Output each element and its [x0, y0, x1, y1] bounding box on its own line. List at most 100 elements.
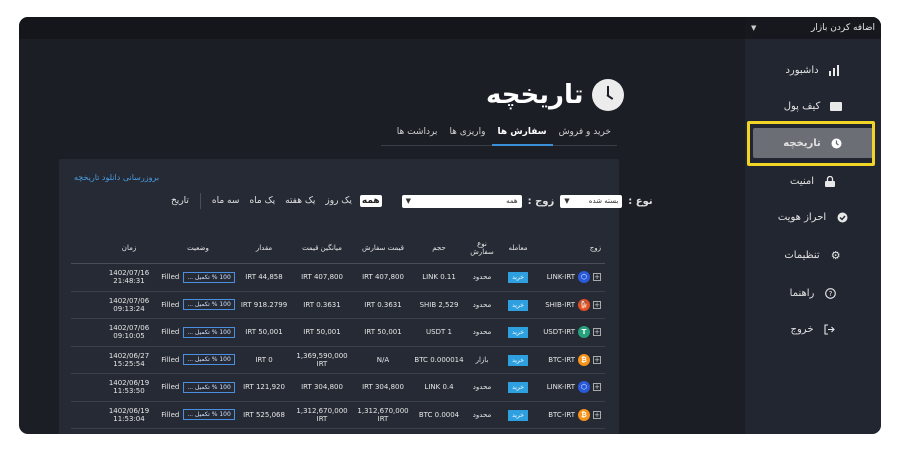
clock-time-text: 15:25:54 — [113, 359, 145, 368]
table-row[interactable]: + 🐕 SHIB-IRT خرید محدود SHIB 2,529 IRT 0… — [71, 292, 605, 319]
expand-icon[interactable]: + — [593, 383, 601, 392]
pair-cell: + T USDT-IRT — [537, 326, 605, 339]
app-window: اضافه کردن بازار ▼ داشبورد کیف پول تاریخ… — [19, 17, 881, 434]
col-time: زمان — [121, 243, 137, 252]
table-row[interactable]: + ₿ BTC-IRT خرید بازار 0.000014 BTC N/A … — [71, 347, 605, 374]
verified-badge-icon — [836, 211, 848, 223]
expand-icon[interactable]: + — [593, 273, 601, 282]
chevron-down-icon: ▼ — [405, 197, 411, 205]
date-text: 1402/07/16 — [108, 269, 150, 278]
sidebar-item-label: کیف پول — [783, 100, 821, 112]
buy-badge: خرید — [508, 272, 528, 284]
expand-icon[interactable]: + — [593, 410, 601, 419]
time-cell: 1402/06/27 15:25:54 — [99, 352, 159, 368]
pair-cell: + ₿ BTC-IRT — [537, 408, 605, 421]
table-row[interactable]: + ₿ BTC-IRT خرید محدود BTC 0.0004 1,312,… — [71, 402, 605, 429]
volume-cell: 0.000014 BTC — [414, 355, 464, 364]
logout-icon — [824, 323, 836, 335]
progress-badge: 100 % تکمیل ... — [183, 409, 235, 421]
volume-cell: LINK 0.4 — [424, 383, 454, 392]
sidebar-item-security[interactable]: امنیت — [753, 166, 873, 196]
sidebar-item-help[interactable]: ? راهنما — [753, 278, 873, 308]
clock-time-text: 11:53:04 — [113, 414, 145, 423]
buy-badge: خرید — [508, 409, 528, 421]
filter-bar: نوع : بسته شده ▼ زوج : همه ▼ همه یک روز … — [169, 193, 653, 209]
table-header: زوج معامله نوع سفارش حجم قیمت سفارش میان… — [71, 232, 605, 264]
buy-badge: خرید — [508, 354, 528, 366]
clock-icon — [591, 79, 624, 111]
chevron-down-icon: ▼ — [751, 24, 757, 32]
active-item-highlight — [747, 121, 875, 166]
status-cell: 100 % تکمیل ... Filled — [159, 299, 237, 311]
sidebar-item-label: داشبورد — [785, 64, 819, 76]
col-type: نوع سفارش — [470, 239, 494, 256]
time-cell: 1402/06/19 11:53:50 — [99, 379, 159, 395]
progress-badge: 100 % تکمیل ... — [183, 326, 235, 338]
tab-orders[interactable]: سفارش ها — [491, 120, 553, 146]
tab-deposits[interactable]: واریزی ها — [443, 120, 491, 146]
expand-icon[interactable]: + — [593, 300, 601, 309]
divider — [199, 193, 201, 209]
range-all[interactable]: همه — [359, 195, 382, 207]
status-text: Filled — [161, 410, 180, 419]
usdt-coin-icon: T — [578, 326, 590, 339]
time-cell: 1402/07/16 21:48:31 — [99, 269, 159, 285]
sidebar-item-logout[interactable]: خروج — [753, 314, 873, 344]
pair-cell: + ₿ BTC-IRT — [537, 353, 605, 366]
sidebar-item-label: راهنما — [789, 287, 815, 299]
sidebar-item-settings[interactable]: ⚙ تنظیمات — [753, 240, 873, 270]
table-row[interactable]: + T USDT-IRT خرید محدود USDT 1 IRT 50,00… — [71, 319, 605, 347]
side-cell: خرید — [499, 299, 537, 311]
pair-text: USDT-IRT — [543, 328, 575, 337]
range-month[interactable]: یک ماه — [247, 195, 277, 207]
sidebar-item-wallet[interactable]: کیف پول — [753, 91, 873, 121]
expand-icon[interactable]: + — [593, 355, 601, 364]
type-select-value: بسته شده — [588, 197, 619, 205]
sidebar-item-dashboard[interactable]: داشبورد — [753, 55, 873, 85]
type-cell: محدود — [472, 383, 492, 392]
range-day[interactable]: یک روز — [323, 195, 353, 207]
status-cell: 100 % تکمیل ... Filled — [159, 409, 237, 421]
chevron-down-icon: ▼ — [564, 197, 570, 205]
add-market-dropdown[interactable]: اضافه کردن بازار ▼ — [745, 17, 881, 39]
status-cell: 100 % تکمیل ... Filled — [159, 381, 237, 393]
table-row[interactable]: + ⬡ LINK-IRT خرید محدود LINK 0.4 IRT 304… — [71, 374, 605, 402]
status-text: Filled — [161, 300, 180, 309]
link-coin-icon: ⬡ — [578, 381, 590, 394]
pair-text: LINK-IRT — [546, 273, 575, 282]
price-cell: IRT 407,800 — [362, 273, 404, 282]
table-row[interactable]: + ⬡ LINK-IRT خرید محدود LINK 0.11 IRT 40… — [71, 264, 605, 292]
price-cell: IRT 304,800 — [362, 383, 404, 392]
pair-filter-label: زوج : — [527, 195, 555, 207]
pair-text: SHIB-IRT — [545, 300, 575, 309]
tab-bar: خرید و فروش سفارش ها واریزی ها برداشت ها — [381, 120, 617, 146]
side-cell: خرید — [499, 327, 537, 339]
sidebar-item-label: خروج — [790, 323, 814, 335]
range-three-months[interactable]: سه ماه — [210, 195, 242, 207]
status-cell: 100 % تکمیل ... Filled — [159, 271, 237, 283]
clock-time-text: 11:53:50 — [113, 387, 145, 396]
shib-coin-icon: 🐕 — [578, 298, 590, 311]
range-date[interactable]: تاریخ — [169, 195, 191, 207]
time-cell: 1402/07/06 09:13:24 — [99, 297, 159, 313]
type-select[interactable]: بسته شده ▼ — [560, 194, 623, 208]
tab-trades[interactable]: خرید و فروش — [553, 120, 617, 146]
btc-coin-icon: ₿ — [578, 408, 590, 421]
side-cell: خرید — [499, 354, 537, 366]
amount-cell: IRT 525,068 — [243, 410, 285, 419]
tab-withdrawals[interactable]: برداشت ها — [391, 120, 444, 146]
type-cell: محدود — [472, 410, 492, 419]
buy-badge: خرید — [508, 299, 528, 311]
pair-select[interactable]: همه ▼ — [401, 194, 522, 208]
price-cell: IRT 0.3631 — [364, 300, 402, 309]
progress-badge: 100 % تکمیل ... — [183, 354, 235, 366]
btc-coin-icon: ₿ — [578, 353, 590, 366]
expand-icon[interactable]: + — [593, 328, 601, 337]
date-text: 1402/07/06 — [108, 324, 150, 333]
range-week[interactable]: یک هفته — [283, 195, 317, 207]
sidebar-item-verification[interactable]: احراز هویت — [753, 202, 873, 232]
page-title-text: تاریخچه — [486, 80, 584, 110]
status-cell: 100 % تکمیل ... Filled — [159, 354, 237, 366]
price-cell: N/A — [376, 355, 390, 364]
refresh-history-link[interactable]: بروزرسانی دانلود تاریخچه — [74, 173, 159, 182]
